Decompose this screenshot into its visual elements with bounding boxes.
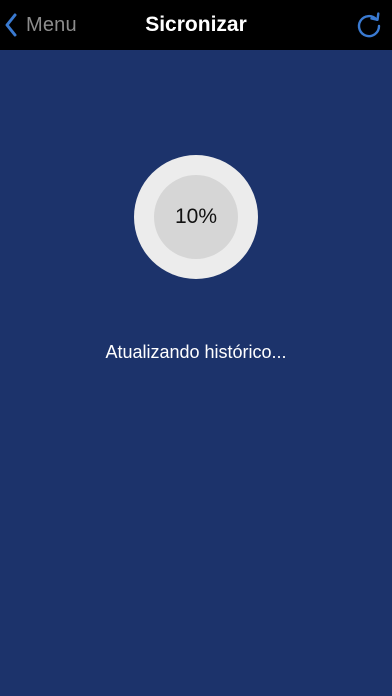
progress-label: 10% <box>154 175 238 259</box>
refresh-button[interactable] <box>354 10 384 40</box>
sync-content: 10% Atualizando histórico... <box>0 50 392 696</box>
refresh-icon <box>354 10 384 40</box>
back-button[interactable]: Menu <box>4 8 77 42</box>
navigation-bar: Menu Sicronizar <box>0 0 392 50</box>
chevron-left-icon <box>4 13 18 37</box>
progress-indicator: 10% <box>134 155 258 279</box>
status-message: Atualizando histórico... <box>105 342 287 362</box>
back-label: Menu <box>26 13 77 36</box>
